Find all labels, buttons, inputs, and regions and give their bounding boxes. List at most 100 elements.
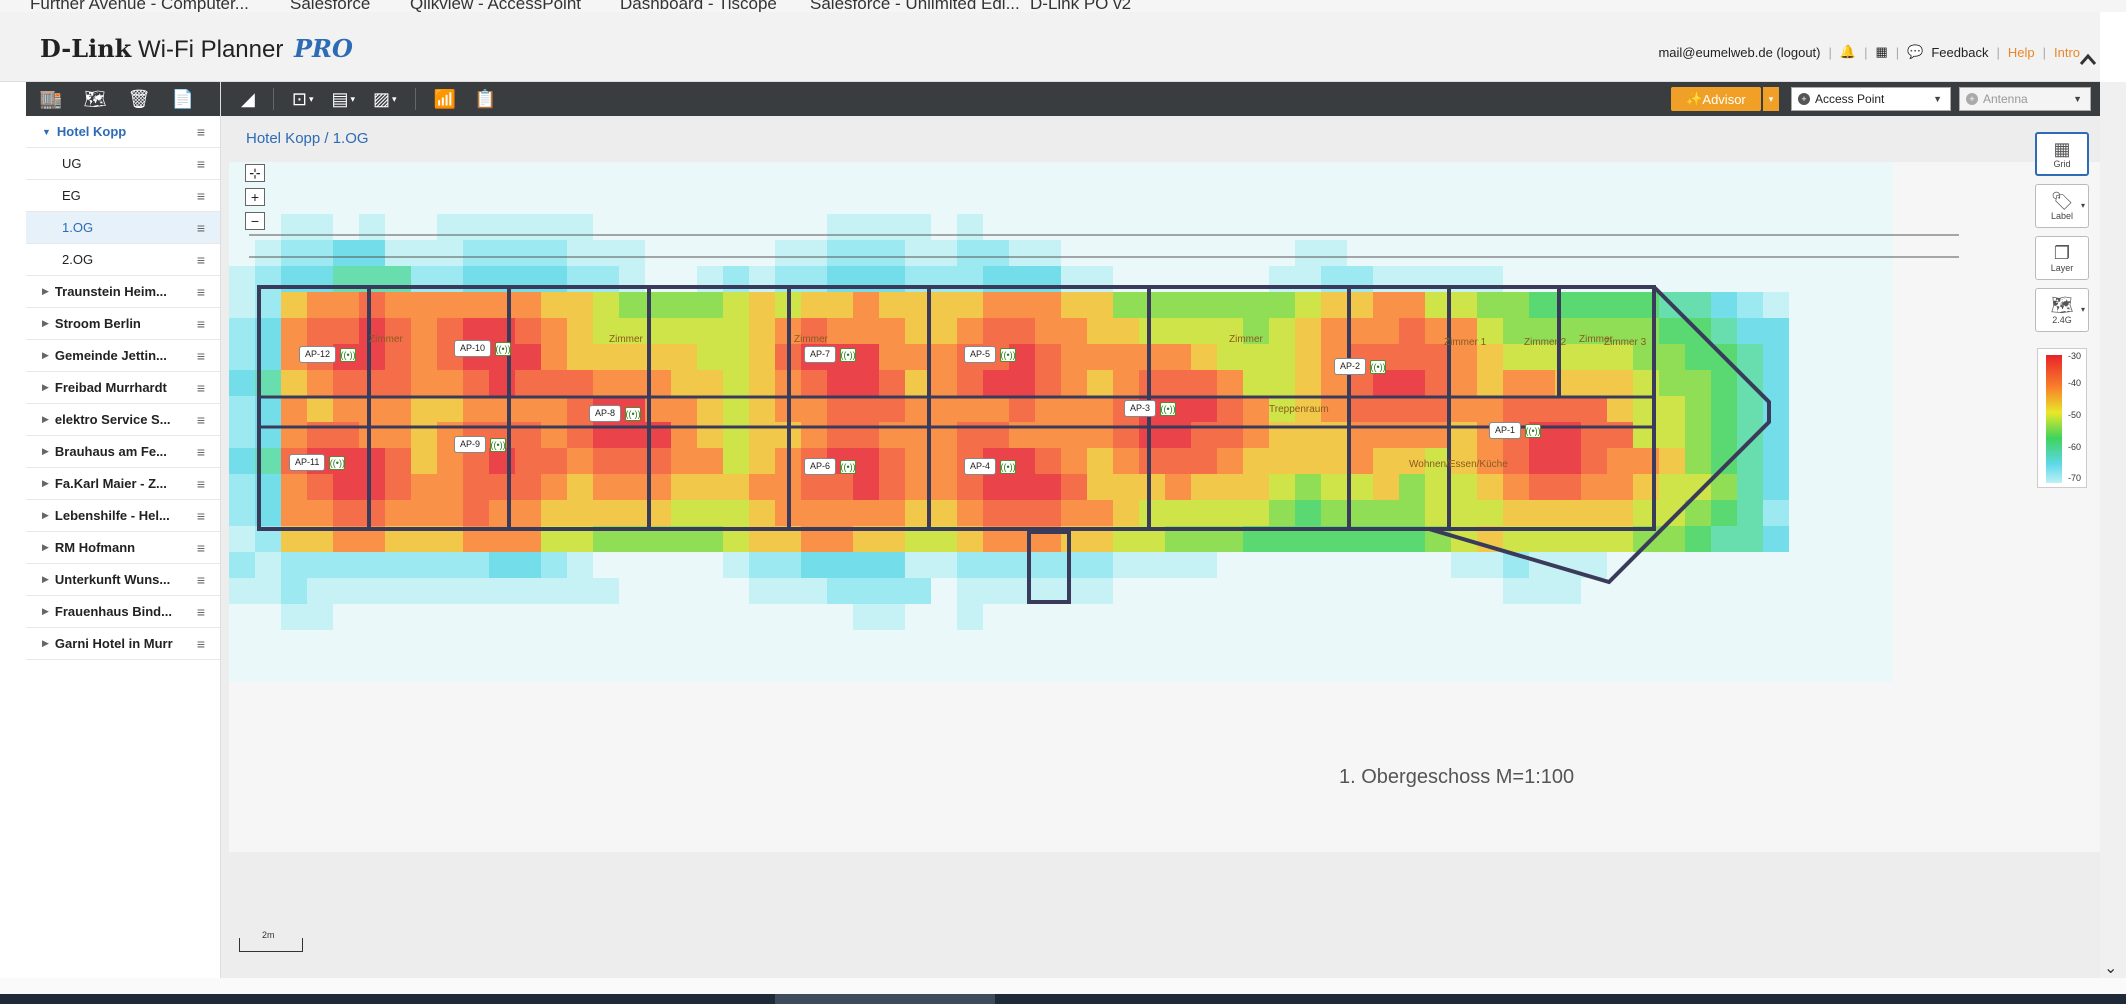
menu-icon[interactable]: ≡	[190, 572, 212, 588]
user-logout-link[interactable]: mail@eumelweb.de (logout)	[1658, 45, 1820, 60]
access-point-marker[interactable]: AP-9 ((•))	[454, 436, 507, 453]
access-point-marker[interactable]: AP-12 ((•))	[299, 346, 357, 363]
zoom-in-icon[interactable]: +	[245, 188, 265, 206]
band-select-button[interactable]: 🗺 ▾ 2.4G	[2035, 288, 2089, 332]
wall-tool-icon[interactable]: ▤ ▾	[331, 88, 355, 110]
export-icon[interactable]: 📋	[474, 88, 496, 110]
heatmap-cell	[1087, 656, 1113, 682]
caret-right-icon[interactable]: ▶	[42, 574, 49, 585]
heatmap-cell	[489, 630, 515, 656]
caret-right-icon[interactable]: ▶	[42, 414, 49, 425]
caret-right-icon[interactable]: ▶	[42, 382, 49, 393]
menu-icon[interactable]: ≡	[190, 348, 212, 364]
access-point-marker[interactable]: AP-2 ((•))	[1334, 358, 1387, 375]
menu-icon[interactable]: ≡	[190, 156, 212, 172]
bell-icon[interactable]: 🔔	[1840, 44, 1856, 60]
add-site-icon[interactable]: 🏬	[40, 88, 62, 110]
fit-view-icon[interactable]: ⊹	[245, 164, 265, 182]
bookmark-item[interactable]: Qlikview - AccessPoint	[410, 0, 581, 12]
grid-toggle-button[interactable]: ▦ Grid	[2035, 132, 2089, 176]
bookmark-item[interactable]: D-Link PO v2	[1030, 0, 1131, 12]
antenna-select[interactable]: + Antenna ▼	[1959, 87, 2091, 111]
area-tool-icon[interactable]: ▨ ▾	[373, 88, 397, 110]
menu-icon[interactable]: ≡	[190, 444, 212, 460]
label-toggle-button[interactable]: 🏷 ▾ Label	[2035, 184, 2089, 228]
access-point-marker[interactable]: AP-3 ((•))	[1124, 400, 1177, 417]
bookmark-item[interactable]: Further Avenue - Computer...	[30, 0, 249, 12]
caret-right-icon[interactable]: ▶	[42, 638, 49, 649]
caret-right-icon[interactable]: ▶	[42, 542, 49, 553]
report-icon[interactable]: 📄	[172, 88, 194, 110]
taskbar-active-item[interactable]	[775, 994, 995, 1004]
access-point-marker[interactable]: AP-1 ((•))	[1489, 422, 1542, 439]
intro-link[interactable]: Intro	[2054, 45, 2080, 60]
access-point-marker[interactable]: AP-4 ((•))	[964, 458, 1017, 475]
caret-down-icon[interactable]: ▼	[42, 127, 51, 137]
menu-icon[interactable]: ≡	[190, 124, 212, 140]
delete-icon[interactable]: 🗑	[128, 88, 151, 110]
caret-right-icon[interactable]: ▶	[42, 446, 49, 457]
menu-icon[interactable]: ≡	[190, 476, 212, 492]
scale-ruler-icon[interactable]: ◢	[241, 88, 255, 110]
menu-icon[interactable]: ≡	[190, 540, 212, 556]
help-link[interactable]: Help	[2008, 45, 2035, 60]
caret-right-icon[interactable]: ▶	[42, 478, 49, 489]
menu-icon[interactable]: ≡	[190, 220, 212, 236]
tree-site-hotel-kopp[interactable]: ▼ Hotel Kopp ≡	[26, 116, 220, 148]
scroll-up-icon[interactable]	[2078, 50, 2098, 70]
access-point-marker[interactable]: AP-7 ((•))	[804, 346, 857, 363]
menu-icon[interactable]: ≡	[190, 188, 212, 204]
feedback-link[interactable]: Feedback	[1931, 45, 1988, 60]
tree-site[interactable]: ▶ Lebenshilfe - Hel... ≡	[26, 500, 220, 532]
menu-icon[interactable]: ≡	[190, 252, 212, 268]
bookmark-item[interactable]: Dashboard - Tiscope	[620, 0, 777, 12]
scroll-down-icon[interactable]: ⌄	[2104, 958, 2117, 978]
tree-site[interactable]: ▶ Freibad Murrhardt ≡	[26, 372, 220, 404]
access-point-marker[interactable]: AP-11 ((•))	[289, 454, 346, 471]
tree-site[interactable]: ▶ elektro Service S... ≡	[26, 404, 220, 436]
tree-site[interactable]: ▶ RM Hofmann ≡	[26, 532, 220, 564]
advisor-button[interactable]: ✨ Advisor	[1671, 87, 1761, 111]
tree-site[interactable]: ▶ Gemeinde Jettin... ≡	[26, 340, 220, 372]
caret-right-icon[interactable]: ▶	[42, 510, 49, 521]
menu-icon[interactable]: ≡	[190, 508, 212, 524]
tree-site[interactable]: ▶ Fa.Karl Maier - Z... ≡	[26, 468, 220, 500]
tree-site[interactable]: ▶ Traunstein Heim... ≡	[26, 276, 220, 308]
tree-site[interactable]: ▶ Brauhaus am Fe... ≡	[26, 436, 220, 468]
device-select[interactable]: + Access Point ▼	[1791, 87, 1951, 111]
tree-site[interactable]: ▶ Unterkunft Wuns... ≡	[26, 564, 220, 596]
bookmark-item[interactable]: Salesforce	[290, 0, 370, 12]
caret-right-icon[interactable]: ▶	[42, 318, 49, 329]
tree-site[interactable]: ▶ Stroom Berlin ≡	[26, 308, 220, 340]
bookmark-item[interactable]: Salesforce - Unlimited Edi...	[810, 0, 1020, 12]
apps-grid-icon[interactable]: ▦	[1875, 44, 1887, 60]
menu-icon[interactable]: ≡	[190, 316, 212, 332]
access-point-marker[interactable]: AP-6 ((•))	[804, 458, 857, 475]
access-point-marker[interactable]: AP-8 ((•))	[589, 405, 642, 422]
breadcrumb[interactable]: Hotel Kopp / 1.OG	[246, 130, 369, 147]
add-floor-map-icon[interactable]: 🗺	[84, 88, 107, 110]
access-point-marker[interactable]: AP-10 ((•))	[454, 340, 512, 357]
advisor-dropdown-icon[interactable]: ▾	[1763, 87, 1779, 111]
caret-right-icon[interactable]: ▶	[42, 350, 49, 361]
layer-button[interactable]: ❐ Layer	[2035, 236, 2089, 280]
tree-floor-2og[interactable]: 2.OG ≡	[26, 244, 220, 276]
menu-icon[interactable]: ≡	[190, 604, 212, 620]
wifi-signal-icon[interactable]: 📶	[434, 88, 456, 110]
menu-icon[interactable]: ≡	[190, 284, 212, 300]
access-point-marker[interactable]: AP-5 ((•))	[964, 346, 1017, 363]
caret-right-icon[interactable]: ▶	[42, 606, 49, 617]
page-scrollbar[interactable]: ⌄	[2100, 82, 2126, 978]
menu-icon[interactable]: ≡	[190, 380, 212, 396]
menu-icon[interactable]: ≡	[190, 636, 212, 652]
zoom-out-icon[interactable]: −	[245, 212, 265, 230]
tree-site[interactable]: ▶ Frauenhaus Bind... ≡	[26, 596, 220, 628]
menu-icon[interactable]: ≡	[190, 412, 212, 428]
tree-floor-eg[interactable]: EG ≡	[26, 180, 220, 212]
caret-right-icon[interactable]: ▶	[42, 286, 49, 297]
floor-plan-canvas[interactable]: Zimmer Zimmer Zimmer Zimmer Zimmer Zimmer 1 Zi…	[229, 162, 2100, 852]
access-point-tool-icon[interactable]: ⊡ ▾	[292, 88, 314, 110]
tree-floor-1og[interactable]: 1.OG ≡	[26, 212, 220, 244]
tree-floor-ug[interactable]: UG ≡	[26, 148, 220, 180]
tree-site[interactable]: ▶ Garni Hotel in Murr ≡	[26, 628, 220, 660]
